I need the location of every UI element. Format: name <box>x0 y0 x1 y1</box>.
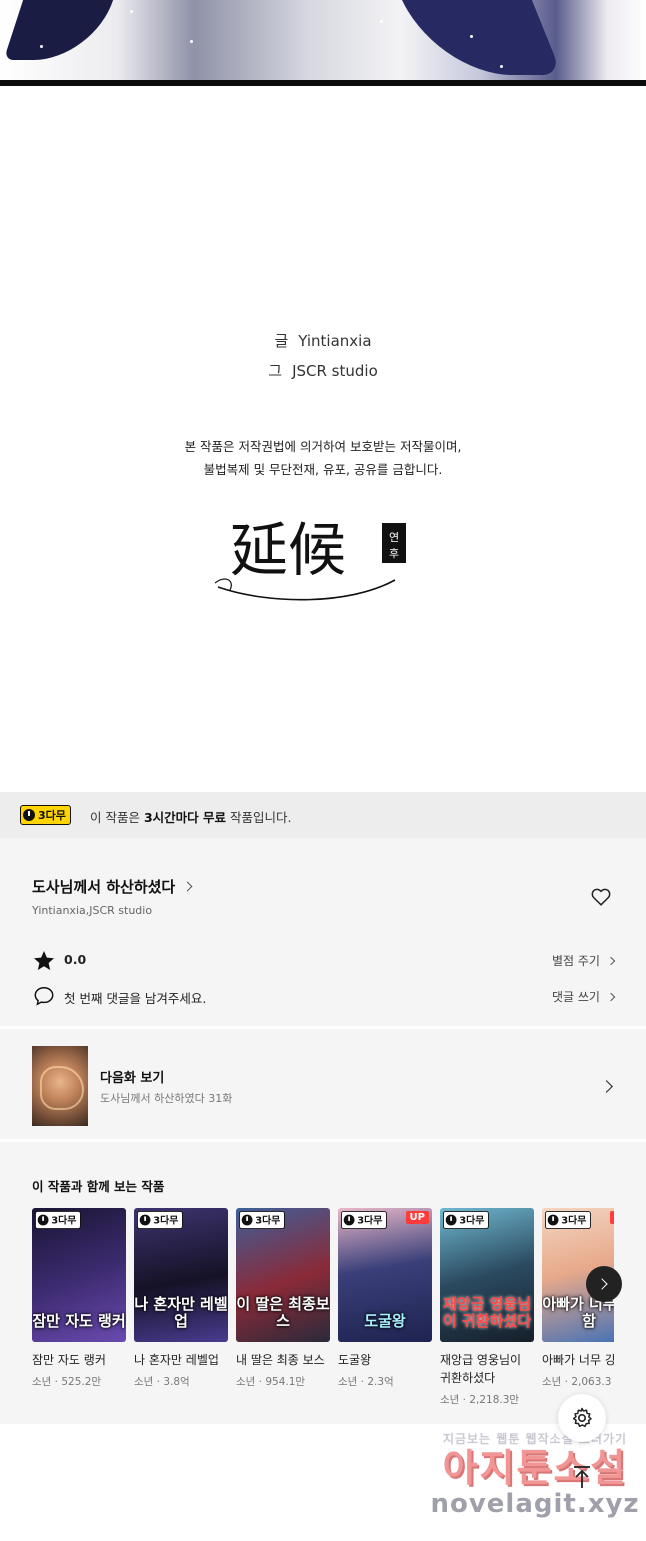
cover-image[interactable]: 3다무 재앙급 영웅님이 귀환하셨다 <box>440 1208 534 1342</box>
settings-button[interactable] <box>558 1394 606 1442</box>
update-badge: UP <box>609 1211 614 1224</box>
card-title[interactable]: 재앙급 영웅님이 귀환하셨다 <box>440 1351 534 1387</box>
three-hour-free-badge: 3다무 <box>35 1211 81 1229</box>
card-meta: 소년 · 954.1만 <box>236 1376 306 1388</box>
card-title[interactable]: 도굴왕 <box>338 1351 432 1369</box>
recommendation-card[interactable]: 3다무 이 딸은 최종보스 내 딸은 최종 보스 소년 · 954.1만 <box>236 1208 330 1389</box>
three-hour-free-badge: 3다무 <box>545 1211 591 1229</box>
clock-icon <box>547 1214 559 1226</box>
scroll-to-top-button[interactable] <box>572 1465 592 1489</box>
recommendation-card[interactable]: 3다무 UP 도굴왕 도굴왕 소년 · 2.3억 <box>338 1208 432 1389</box>
carousel-next-button[interactable] <box>586 1266 622 1302</box>
site-watermark: 지금보는 웹툰 웹작소설 보러가기 아지툰소설 novelagit.xyz <box>430 1432 640 1519</box>
card-meta: 소년 · 3.8억 <box>134 1376 190 1388</box>
cover-image[interactable]: 3다무 이 딸은 최종보스 <box>236 1208 330 1342</box>
recommendations-carousel: 3다무 잠만 자도 랭커 잠만 자도 랭커 소년 · 525.2만 3다무 나 … <box>0 0 614 1541</box>
clock-icon <box>139 1214 151 1226</box>
card-title[interactable]: 내 딸은 최종 보스 <box>236 1351 330 1369</box>
clock-icon <box>343 1214 355 1226</box>
chevron-right-icon <box>596 1278 608 1290</box>
card-meta: 소년 · 525.2만 <box>32 1376 102 1388</box>
card-title[interactable]: 잠만 자도 랭커 <box>32 1351 126 1369</box>
card-meta: 소년 · 2,063.3 <box>542 1376 612 1388</box>
cover-image[interactable]: 3다무 UP 도굴왕 <box>338 1208 432 1342</box>
three-hour-free-badge: 3다무 <box>341 1211 387 1229</box>
three-hour-free-badge: 3다무 <box>443 1211 489 1229</box>
card-meta: 소년 · 2,218.3만 <box>440 1394 520 1406</box>
recommendation-card[interactable]: 3다무 재앙급 영웅님이 귀환하셨다 재앙급 영웅님이 귀환하셨다 소년 · 2… <box>440 1208 534 1407</box>
cover-image[interactable]: 3다무 나 혼자만 레벨업 <box>134 1208 228 1342</box>
recommendation-card[interactable]: 3다무 잠만 자도 랭커 잠만 자도 랭커 소년 · 525.2만 <box>32 1208 126 1389</box>
three-hour-free-badge: 3다무 <box>137 1211 183 1229</box>
card-title[interactable]: 아빠가 너무 강 <box>542 1351 614 1369</box>
update-badge: UP <box>405 1211 429 1224</box>
clock-icon <box>445 1214 457 1226</box>
three-hour-free-badge: 3다무 <box>239 1211 285 1229</box>
clock-icon <box>241 1214 253 1226</box>
clock-icon <box>37 1214 49 1226</box>
cover-image[interactable]: 3다무 잠만 자도 랭커 <box>32 1208 126 1342</box>
recommendation-card[interactable]: 3다무 나 혼자만 레벨업 나 혼자만 레벨업 소년 · 3.8억 <box>134 1208 228 1389</box>
card-title[interactable]: 나 혼자만 레벨업 <box>134 1351 228 1369</box>
gear-icon <box>572 1407 592 1428</box>
card-meta: 소년 · 2.3억 <box>338 1376 394 1388</box>
